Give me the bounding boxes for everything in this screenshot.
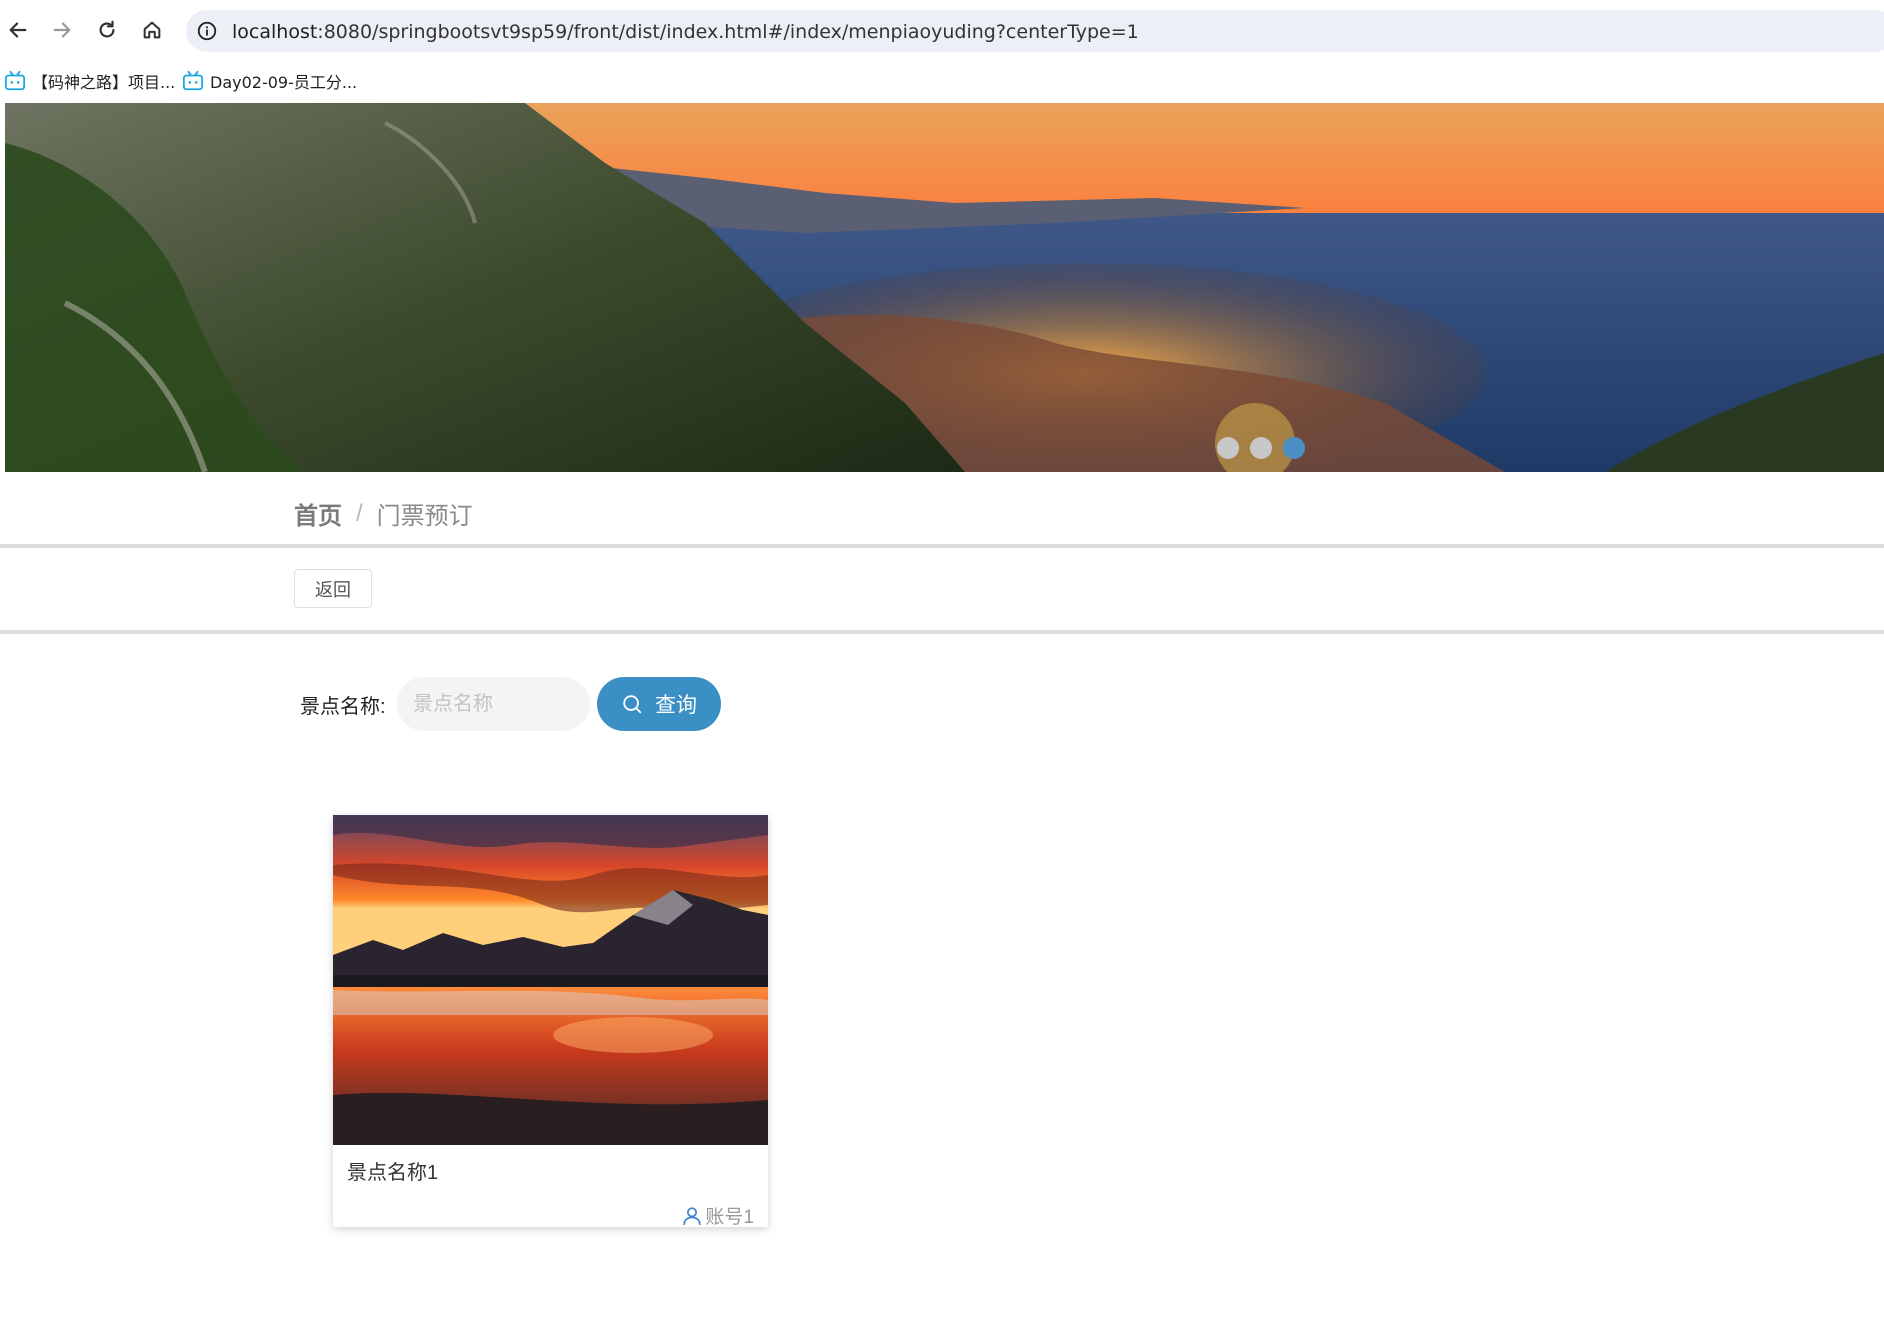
bilibili-icon: [4, 70, 26, 91]
user-icon: [683, 1206, 702, 1225]
attraction-card[interactable]: 景点名称1 账号1: [333, 815, 768, 1229]
browser-toolbar: localhost:8080/springbootsvt9sp59/front/…: [0, 0, 1884, 60]
bookmark-item[interactable]: 【码神之路】项目...: [4, 67, 175, 95]
url-host: localhost: [232, 21, 318, 43]
carousel-dot-active[interactable]: [1283, 437, 1305, 459]
address-bar[interactable]: localhost:8080/springbootsvt9sp59/front/…: [186, 10, 1884, 52]
attraction-image: [333, 815, 768, 1145]
reload-icon[interactable]: [93, 16, 121, 44]
back-arrow-icon[interactable]: [4, 16, 32, 44]
search-label: 景点名称:: [300, 696, 386, 718]
breadcrumb: 首页 / 门票预订: [294, 496, 473, 531]
breadcrumb-separator: /: [356, 499, 363, 527]
banner-carousel[interactable]: [5, 103, 1884, 472]
url-text: localhost:8080/springbootsvt9sp59/front/…: [232, 21, 1139, 43]
site-info-icon[interactable]: [196, 20, 218, 42]
account-text: 账号1: [705, 1207, 754, 1228]
carousel-indicators: [1217, 437, 1305, 459]
forward-arrow-icon[interactable]: [48, 16, 76, 44]
attraction-name: 景点名称1: [347, 1162, 439, 1184]
breadcrumb-current: 门票预订: [376, 503, 473, 530]
bookmark-item[interactable]: Day02-09-员工分...: [182, 67, 357, 95]
search-button-label: 查询: [655, 694, 697, 717]
url-path: :8080/springbootsvt9sp59/front/dist/inde…: [317, 21, 1139, 43]
bookmarks-bar: 【码神之路】项目... Day02-09-员工分...: [0, 60, 1884, 102]
breadcrumb-home[interactable]: 首页: [294, 496, 342, 531]
home-icon[interactable]: [138, 16, 166, 44]
attraction-account: 账号1: [681, 1202, 754, 1229]
carousel-dot[interactable]: [1217, 437, 1239, 459]
search-icon: [623, 695, 642, 714]
back-button[interactable]: 返回: [294, 569, 372, 608]
bilibili-icon: [182, 70, 204, 91]
divider: [0, 630, 1884, 634]
banner-image: [5, 103, 1884, 472]
bookmark-label: 【码神之路】项目...: [32, 73, 176, 92]
divider: [0, 544, 1884, 548]
carousel-dot[interactable]: [1250, 437, 1272, 459]
search-button[interactable]: 查询: [597, 677, 721, 731]
search-input[interactable]: [397, 677, 590, 731]
bookmark-label: Day02-09-员工分...: [210, 73, 358, 92]
